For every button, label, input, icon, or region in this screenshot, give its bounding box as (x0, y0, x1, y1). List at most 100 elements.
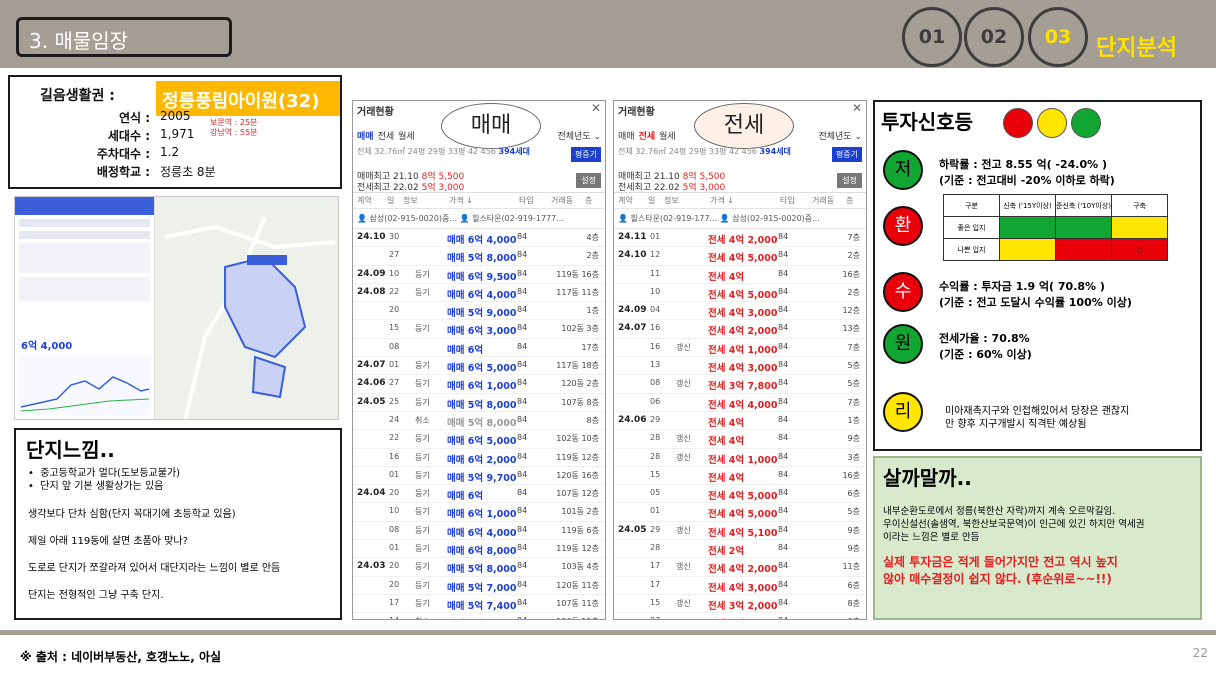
col-building: 거래동 (812, 196, 835, 205)
table-row[interactable]: 08 등기 매매 6억 4,000 84 119동 6층 (353, 522, 605, 541)
table-row[interactable]: 01 등기 매매 6억 8,000 84 119동 12층 (353, 540, 605, 559)
row-floor: 119동 6층 (561, 525, 599, 535)
matrix-header-1: 신축 ('15Y이상) (999, 194, 1056, 217)
close-icon[interactable]: ✕ (852, 101, 862, 115)
col-price[interactable]: 가격 ↓ (449, 195, 519, 206)
table-row[interactable]: 11 전세 4억 84 16층 (614, 266, 866, 284)
table-row[interactable]: 01 등기 매매 5억 9,700 84 120동 16층 (353, 467, 605, 486)
table-row[interactable]: 24.05 25 등기 매매 5억 8,000 84 107동 8층 (353, 394, 605, 412)
tab-sale[interactable]: 매매 (618, 132, 635, 142)
table-row[interactable]: 06 전세 4억 4,000 84 7층 (614, 394, 866, 412)
broker-row[interactable]: 👤 힐스타운(02-919-177... 👤 삼성(02-915-0020)중.… (614, 209, 866, 229)
label-school: 배정학교 : (96, 165, 150, 179)
label-households: 세대수 : (107, 129, 150, 143)
table-row[interactable]: 24.06 27 등기 매매 6억 1,000 84 120동 2층 (353, 375, 605, 394)
row-price: 매매 6억 (447, 344, 484, 356)
table-row[interactable]: 24.03 20 등기 매매 5억 8,000 84 103동 4층 (353, 558, 605, 577)
pyeong-button[interactable]: 평증기 (831, 147, 862, 162)
pyeong-button[interactable]: 평증기 (570, 147, 601, 162)
table-row[interactable]: 24.09 04 전세 4억 3,000 84 12층 (614, 302, 866, 321)
table-row[interactable]: 05 전세 4억 5,000 84 6층 (614, 485, 866, 504)
settings-button[interactable]: 설정 (837, 173, 862, 188)
table-row[interactable]: 24.11 01 전세 4억 2,000 84 7층 (614, 229, 866, 248)
table-row[interactable]: 22 등기 매매 6억 5,000 84 102동 10층 (353, 430, 605, 449)
row-day: 20 (389, 305, 400, 315)
table-row[interactable]: 10 등기 매매 6억 1,000 84 101동 2층 (353, 503, 605, 522)
row-day: 17 (650, 561, 661, 571)
highlight-line-2: 않아 매수결정이 쉽지 않다. (후순위로~~!!) (883, 572, 1112, 586)
col-day: 일 (648, 196, 656, 205)
conclusion-title: 살까말까.. (883, 466, 972, 490)
col-price[interactable]: 가격 ↓ (710, 195, 780, 206)
station-2: 강남역 : 55분 (210, 128, 258, 137)
row-area: 84 (517, 378, 528, 388)
close-icon[interactable]: ✕ (591, 101, 601, 115)
complex-info-box: 길음생활권 : 정릉풍림아이원(32) 연식 : 2005 세대수 : 1,97… (8, 75, 342, 189)
table-row[interactable]: 24.10 12 전세 4억 5,000 84 2층 (614, 247, 866, 266)
table-row[interactable]: 27 매매 5억 8,000 84 2층 (353, 247, 605, 266)
col-contract: 계약 (357, 196, 372, 205)
tab-sale[interactable]: 매매 (357, 132, 374, 142)
row-floor: 102동 10층 (556, 434, 599, 444)
table-row[interactable]: 15 전세 4억 84 16층 (614, 467, 866, 486)
row-floor: 17층 (581, 342, 599, 352)
row-price: 전세 3억 2,000 (708, 600, 778, 612)
table-row[interactable]: 16 등기 매매 6억 2,000 84 119동 12층 (353, 449, 605, 467)
row-floor: 2층 (847, 251, 860, 261)
table-row[interactable]: 24.08 22 등기 매매 6억 4,000 84 117동 11층 (353, 284, 605, 303)
table-row[interactable]: 20 등기 매매 5억 7,000 84 120동 11층 (353, 577, 605, 595)
table-row[interactable]: 10 전세 4억 5,000 84 2층 (614, 284, 866, 303)
row-area: 84 (517, 305, 528, 315)
table-row[interactable]: 28 전세 2억 84 9층 (614, 540, 866, 559)
size-filter[interactable]: 전체 32.76㎡ 24평 29평 33평 42 456 394세대 (618, 146, 791, 157)
row-price: 매매 5억 8,000 (447, 417, 517, 429)
map-screenshot: 6억 4,000 (14, 196, 339, 420)
table-row[interactable]: 24.04 20 등기 매매 6억 84 107동 12층 (353, 485, 605, 504)
row-month: 24.03 (357, 561, 386, 572)
table-row[interactable]: 13 전세 4억 3,000 84 5층 (614, 357, 866, 376)
table-row[interactable]: 17 등기 매매 5억 7,400 84 107동 11층 (353, 595, 605, 614)
row-day: 13 (650, 360, 661, 370)
row-price: 전세 4억 (708, 271, 745, 283)
table-row[interactable]: 17 갱신 전세 4억 2,000 84 11층 (614, 558, 866, 577)
table-row[interactable]: 17 전세 4억 3,000 84 6층 (614, 577, 866, 595)
year-select[interactable]: 전체년도 ⌄ (557, 129, 601, 142)
year-select[interactable]: 전체년도 ⌄ (818, 129, 862, 142)
row-kind: 등기 (415, 562, 430, 572)
table-row[interactable]: 01 전세 4억 5,000 84 5층 (614, 503, 866, 522)
tab-monthly[interactable]: 월세 (398, 132, 415, 142)
table-row[interactable]: 20 매매 5억 9,000 84 1층 (353, 302, 605, 321)
row-price: 매매 6억 5,000 (447, 363, 517, 375)
table-row[interactable]: 28 갱신 전세 4억 84 9층 (614, 430, 866, 449)
tab-jeonse[interactable]: 전세 (639, 132, 656, 142)
table-row[interactable]: 24.07 01 등기 매매 6억 5,000 84 117동 18층 (353, 357, 605, 376)
jeonse-label-oval: 전세 (694, 103, 794, 149)
table-row[interactable]: 24.09 10 등기 매매 6억 9,500 84 119동 16층 (353, 266, 605, 284)
table-row[interactable]: 08 갱신 전세 3억 7,800 84 5층 (614, 375, 866, 394)
table-row[interactable]: 15 등기 매매 6억 3,000 84 102동 3층 (353, 320, 605, 339)
table-row[interactable]: 24.06 29 전세 4억 84 1층 (614, 412, 866, 431)
table-row[interactable]: 24.05 29 갱신 전세 4억 5,100 84 9층 (614, 522, 866, 541)
table-row[interactable]: 16 갱신 전세 4억 1,000 84 7층 (614, 339, 866, 358)
settings-button[interactable]: 설정 (576, 173, 601, 188)
row-day: 16 (650, 341, 661, 351)
table-row[interactable]: 15 갱신 전세 3억 2,000 84 8층 (614, 595, 866, 614)
row-price: 전세 4억 2,000 (708, 235, 778, 246)
table-row[interactable]: 14 취소 매매 5억 7,00084 120동 11층 (353, 613, 605, 619)
deal-type-tabs: 매매 전세 월세 (618, 129, 680, 142)
table-row[interactable]: 24.10 30 매매 6억 4,000 84 4층 (353, 229, 605, 248)
tab-monthly[interactable]: 월세 (659, 132, 676, 142)
broker-row[interactable]: 👤 삼성(02-915-0020)중... 👤 힐스타운(02-919-1777… (353, 209, 605, 229)
row-floor: 6층 (847, 580, 860, 590)
table-row[interactable]: 24.07 16 전세 4억 2,000 84 13층 (614, 320, 866, 339)
table-row[interactable]: 08 매매 6억 84 17층 (353, 339, 605, 358)
table-row[interactable]: 07 전세 4억 84 9층 (614, 613, 866, 619)
drop-rate-line: 하락률 : 전고 8.55 억( -24.0% ) (939, 158, 1108, 171)
tab-jeonse[interactable]: 전세 (378, 132, 395, 142)
row-kind: 등기 (415, 470, 430, 480)
row-area: 84 (778, 286, 789, 296)
table-row[interactable]: 28 갱신 전세 4억 1,000 84 3층 (614, 449, 866, 467)
size-filter[interactable]: 전체 32.76㎡ 24평 29평 33평 42 456 394세대 (357, 146, 530, 157)
matrix-cell (1055, 238, 1112, 261)
table-row[interactable]: 24 취소 매매 5억 8,000 84 8층 (353, 412, 605, 431)
